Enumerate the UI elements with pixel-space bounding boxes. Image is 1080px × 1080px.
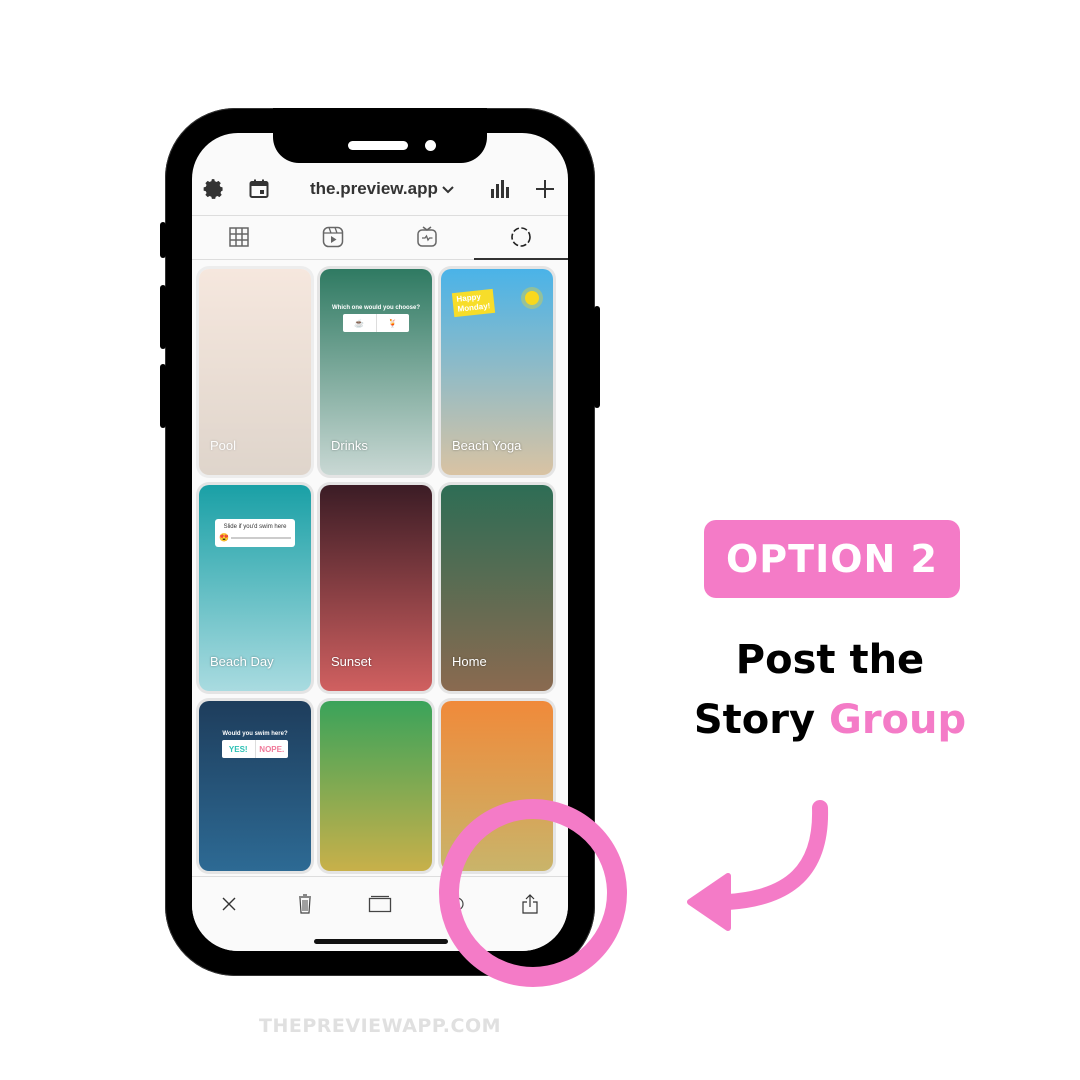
story-tile[interactable]: Which one would you choose? ☕ 🍹 Drinks bbox=[320, 269, 432, 475]
story-label: Pool bbox=[210, 438, 237, 453]
sticker-option: NOPE. bbox=[259, 744, 285, 754]
phone-volume-up bbox=[160, 285, 166, 349]
app-screen: the.preview.app Pool Which one would you … bbox=[192, 133, 568, 951]
curved-arrow-icon bbox=[720, 800, 829, 910]
highlight-button[interactable] bbox=[442, 889, 472, 919]
trash-icon bbox=[299, 894, 311, 914]
story-tile[interactable] bbox=[320, 701, 432, 871]
headline-line-2: Story Group bbox=[660, 690, 1000, 750]
story-label: Home bbox=[452, 654, 487, 669]
tab-bar bbox=[192, 215, 568, 259]
folder-icon bbox=[368, 895, 392, 913]
sticker-line: Monday! bbox=[457, 301, 491, 314]
group-button[interactable] bbox=[364, 889, 396, 919]
story-label: Beach Yoga bbox=[452, 438, 522, 453]
phone-silent-switch bbox=[160, 222, 166, 258]
bar-chart-icon[interactable] bbox=[488, 177, 512, 201]
home-indicator bbox=[314, 939, 448, 944]
story-sticker: Would you swim here? YES! NOPE. bbox=[222, 731, 288, 758]
story-tile[interactable]: Would you swim here? YES! NOPE. bbox=[199, 701, 311, 871]
story-label: Drinks bbox=[331, 438, 368, 453]
story-tile[interactable]: Pool bbox=[199, 269, 311, 475]
option-badge: OPTION 2 bbox=[704, 520, 960, 598]
phone-notch bbox=[273, 108, 487, 163]
story-sticker: Which one would you choose? ☕ 🍹 bbox=[332, 305, 420, 332]
tab-igtv[interactable] bbox=[380, 215, 474, 259]
gear-icon[interactable] bbox=[202, 177, 226, 201]
sticker-question: Slide if you'd swim here bbox=[223, 524, 287, 530]
website-footer: THEPREVIEWAPP.COM bbox=[258, 1015, 502, 1037]
active-tab-indicator bbox=[474, 258, 568, 260]
story-sticker: Slide if you'd swim here 😍 bbox=[215, 519, 295, 547]
close-icon bbox=[222, 897, 236, 911]
story-sticker: Happy Monday! bbox=[451, 288, 496, 318]
headline-line-1: Post the bbox=[735, 637, 925, 683]
delete-button[interactable] bbox=[290, 889, 320, 919]
calendar-icon[interactable] bbox=[247, 177, 271, 201]
phone-power-button bbox=[594, 306, 600, 408]
sticker-question: Would you swim here? bbox=[222, 731, 288, 737]
tab-reels[interactable] bbox=[286, 215, 380, 259]
option-badge-text: OPTION 2 bbox=[726, 537, 938, 581]
sticker-option: 🍹 bbox=[387, 318, 398, 328]
plus-icon[interactable] bbox=[533, 177, 557, 201]
story-label: Sunset bbox=[331, 654, 372, 669]
phone-camera bbox=[425, 140, 436, 151]
story-tile[interactable]: Home bbox=[441, 485, 553, 691]
igtv-icon bbox=[417, 226, 437, 247]
story-tile[interactable]: Slide if you'd swim here 😍 Beach Day bbox=[199, 485, 311, 691]
close-button[interactable] bbox=[214, 889, 244, 919]
phone-volume-down bbox=[160, 364, 166, 428]
sticker-option: YES! bbox=[222, 740, 256, 758]
chevron-down-icon bbox=[442, 179, 454, 199]
tab-grid[interactable] bbox=[192, 215, 286, 259]
share-button[interactable] bbox=[515, 889, 545, 919]
headline-plain: Story bbox=[693, 697, 829, 743]
sticker-question: Which one would you choose? bbox=[332, 305, 420, 311]
slider-emoji: 😍 bbox=[219, 533, 229, 542]
headline-accent: Group bbox=[828, 697, 967, 743]
grid-icon bbox=[229, 227, 249, 247]
story-tile[interactable] bbox=[441, 701, 553, 871]
story-tile[interactable]: Happy Monday! Beach Yoga bbox=[441, 269, 553, 475]
account-switcher[interactable]: the.preview.app bbox=[310, 179, 454, 199]
account-name: the.preview.app bbox=[310, 179, 438, 198]
sun-icon bbox=[525, 291, 539, 305]
story-tile[interactable]: Sunset bbox=[320, 485, 432, 691]
headline: Post the Story Group bbox=[660, 630, 1000, 750]
reels-icon bbox=[322, 226, 344, 248]
story-label: Beach Day bbox=[210, 654, 274, 669]
phone-speaker bbox=[348, 141, 408, 150]
share-icon bbox=[522, 894, 538, 914]
sticker-option: ☕ bbox=[343, 314, 377, 332]
tab-stories[interactable] bbox=[474, 215, 568, 259]
stories-circle-icon bbox=[511, 227, 531, 247]
arrow-head bbox=[687, 873, 731, 931]
circle-icon bbox=[450, 897, 464, 911]
